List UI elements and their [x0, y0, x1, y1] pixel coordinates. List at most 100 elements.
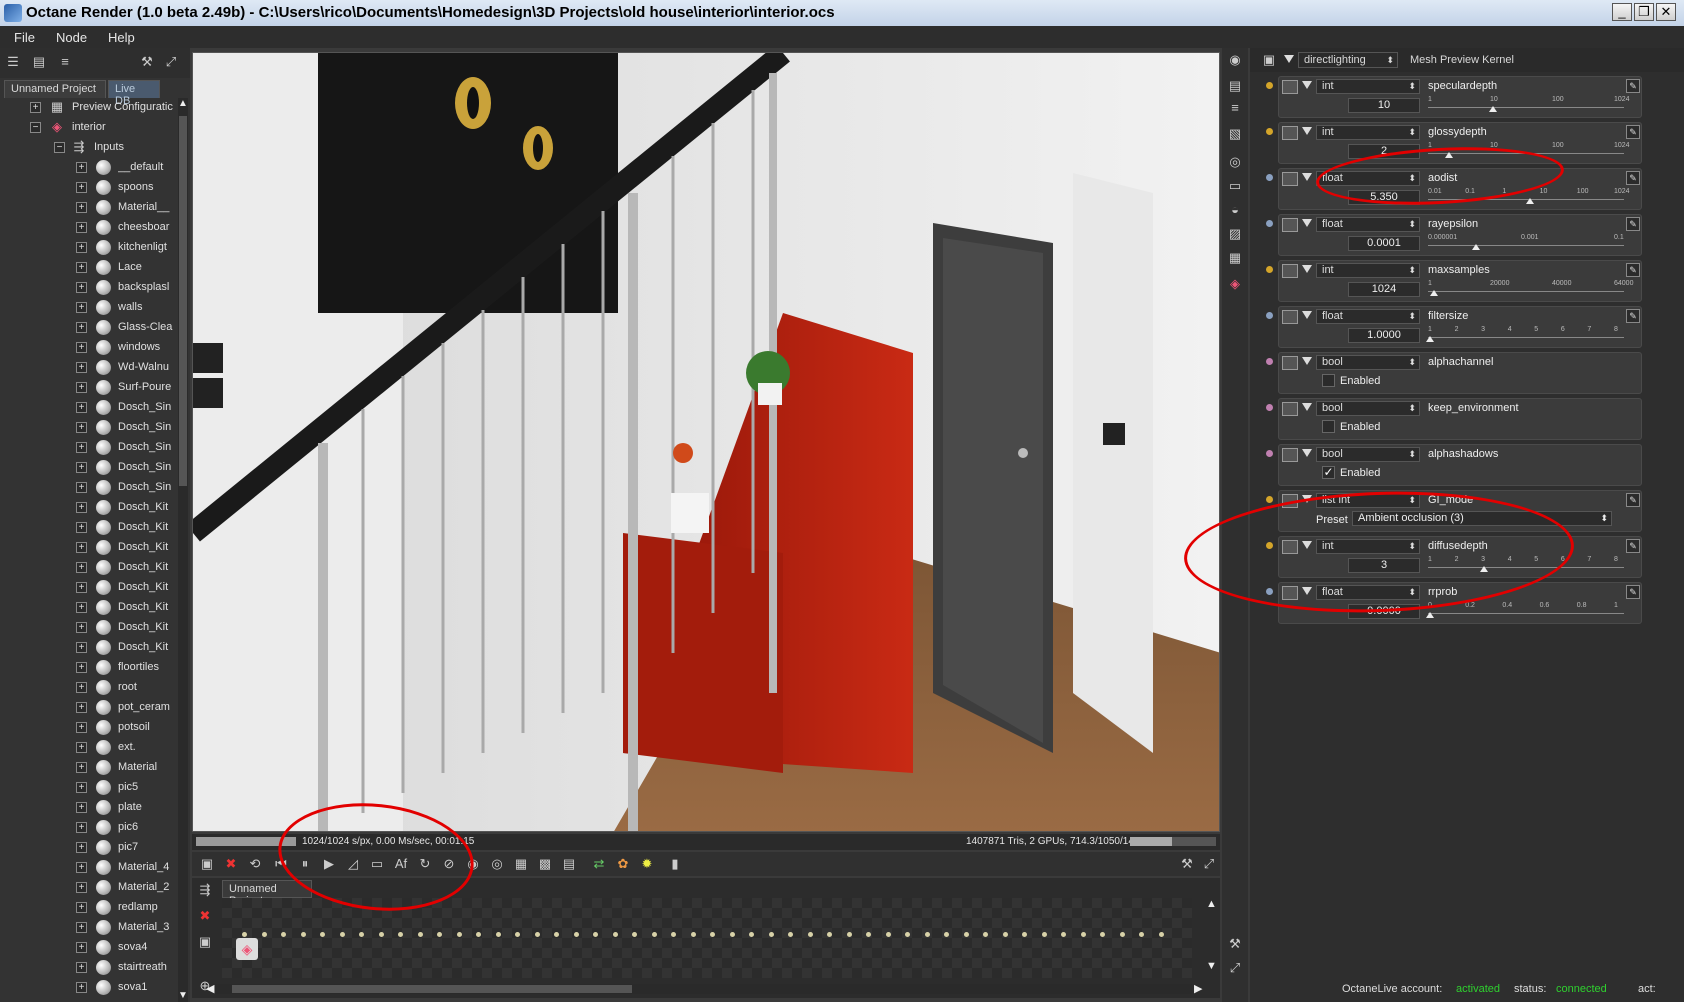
- stop-render-icon[interactable]: ✖: [222, 856, 240, 872]
- expand-icon[interactable]: +: [76, 982, 87, 993]
- image-node-icon[interactable]: ▧: [1226, 126, 1244, 142]
- render-viewport[interactable]: [192, 52, 1220, 832]
- layout-icon[interactable]: ▦: [512, 856, 530, 872]
- film-node-icon[interactable]: ▭: [1226, 178, 1244, 194]
- tree-row-material[interactable]: + Dosch_Kit: [0, 518, 178, 538]
- collapse-triangle-icon[interactable]: [1302, 127, 1312, 135]
- tree-row-material[interactable]: + pot_ceram: [0, 698, 178, 718]
- inspector-fullscreen-icon[interactable]: ⤢: [1226, 960, 1244, 976]
- expand-icon[interactable]: +: [30, 102, 41, 113]
- tree-row-material[interactable]: + ext.: [0, 738, 178, 758]
- inspector-wrench-icon[interactable]: ⚒: [1226, 936, 1244, 952]
- collapse-triangle-icon[interactable]: [1302, 357, 1312, 365]
- wrench-icon[interactable]: ⚒: [138, 54, 156, 70]
- pin-type-select[interactable]: float ⬍: [1316, 217, 1420, 232]
- pin-checkbox[interactable]: [1322, 420, 1335, 433]
- list-node-icon[interactable]: ≡: [1226, 100, 1244, 116]
- expand-icon[interactable]: +: [76, 942, 87, 953]
- tree-row-material[interactable]: + spoons: [0, 178, 178, 198]
- lens-node-icon[interactable]: ◎: [1226, 154, 1244, 170]
- texture-node-icon[interactable]: ▨: [1226, 226, 1244, 242]
- expand-icon[interactable]: +: [76, 382, 87, 393]
- scroll-down-icon[interactable]: ▼: [178, 990, 188, 1002]
- expand-icon[interactable]: +: [76, 402, 87, 413]
- expand-icon[interactable]: +: [76, 282, 87, 293]
- viewport-fullscreen-icon[interactable]: ⤢: [1200, 856, 1218, 872]
- tab-live-db[interactable]: Live DB: [108, 80, 160, 107]
- scroll-up-icon[interactable]: ▲: [178, 98, 188, 110]
- pin-value-field[interactable]: 10: [1348, 98, 1420, 113]
- tree-row-material[interactable]: + Material_2: [0, 878, 178, 898]
- expand-icon[interactable]: +: [76, 462, 87, 473]
- layers-icon[interactable]: ▤: [30, 54, 48, 70]
- pin-slider[interactable]: 0 0.2 0.4 0.6 0.8 1: [1426, 602, 1624, 620]
- kernel-type-select[interactable]: directlighting ⬍: [1298, 52, 1398, 68]
- expand-icon[interactable]: +: [76, 302, 87, 313]
- expand-icon[interactable]: +: [76, 822, 87, 833]
- tree-row-material[interactable]: + Dosch_Kit: [0, 598, 178, 618]
- tree-row-material[interactable]: + Material: [0, 758, 178, 778]
- collapse-triangle-icon[interactable]: [1302, 265, 1312, 273]
- menu-node[interactable]: Node: [56, 30, 87, 45]
- pin-connector-dot[interactable]: [1266, 266, 1273, 273]
- tree-row-material[interactable]: + Material__: [0, 198, 178, 218]
- slider-track[interactable]: [1428, 613, 1624, 614]
- graph-hscrollbar[interactable]: [212, 984, 1192, 994]
- grid-icon[interactable]: ▤: [560, 856, 578, 872]
- slider-knob[interactable]: [1426, 612, 1434, 618]
- pin-edit-icon[interactable]: ✎: [1626, 493, 1640, 507]
- pin-value-field[interactable]: 1.0000: [1348, 328, 1420, 343]
- pin-type-select[interactable]: bool ⬍: [1316, 447, 1420, 462]
- expand-icon[interactable]: +: [76, 562, 87, 573]
- pin-connector-dot[interactable]: [1266, 496, 1273, 503]
- expand-icon[interactable]: +: [76, 542, 87, 553]
- expand-icon[interactable]: +: [76, 782, 87, 793]
- expand-icon[interactable]: +: [76, 242, 87, 253]
- pin-type-select[interactable]: bool ⬍: [1316, 355, 1420, 370]
- expand-icon[interactable]: +: [76, 502, 87, 513]
- environment-node-icon[interactable]: ◒: [1226, 202, 1244, 218]
- pin-connector-dot[interactable]: [1266, 174, 1273, 181]
- pin-type-select[interactable]: int ⬍: [1316, 125, 1420, 140]
- tree-row-material[interactable]: + Dosch_Sin: [0, 478, 178, 498]
- collapse-icon[interactable]: −: [30, 122, 41, 133]
- slider-knob[interactable]: [1489, 106, 1498, 112]
- expand-icon[interactable]: +: [76, 842, 87, 853]
- expand-icon[interactable]: +: [76, 702, 87, 713]
- pin-checkbox[interactable]: ✓: [1322, 466, 1335, 479]
- expand-icon[interactable]: +: [76, 602, 87, 613]
- render-region-icon[interactable]: ▣: [198, 856, 216, 872]
- tree-row-material[interactable]: + Wd-Walnu: [0, 358, 178, 378]
- slider-track[interactable]: [1428, 291, 1624, 292]
- graph-canvas[interactable]: [222, 898, 1192, 978]
- expand-icon[interactable]: +: [76, 162, 87, 173]
- tree-row-material[interactable]: + windows: [0, 338, 178, 358]
- layers-node-icon[interactable]: ▤: [1226, 78, 1244, 94]
- expand-icon[interactable]: +: [76, 342, 87, 353]
- graph-delete-icon[interactable]: ✖: [196, 908, 214, 924]
- scroll-right-icon[interactable]: ▶: [1194, 982, 1202, 995]
- expand-icon[interactable]: +: [76, 322, 87, 333]
- tree-row-material[interactable]: + Surf-Poure: [0, 378, 178, 398]
- pin-edit-icon[interactable]: ✎: [1626, 309, 1640, 323]
- pin-type-select[interactable]: int ⬍: [1316, 263, 1420, 278]
- hscroll-thumb[interactable]: [232, 985, 632, 993]
- tree-row-preview[interactable]: + ▦ Preview Configuratic: [0, 98, 178, 118]
- tree-row-material[interactable]: + kitchenligt: [0, 238, 178, 258]
- tree-row-material[interactable]: + stairtreath: [0, 958, 178, 978]
- collapse-triangle-icon[interactable]: [1302, 311, 1312, 319]
- tree-row-material[interactable]: + Glass-Clea: [0, 318, 178, 338]
- pin-type-select[interactable]: float ⬍: [1316, 309, 1420, 324]
- expand-icon[interactable]: +: [76, 862, 87, 873]
- tree-row-material[interactable]: + Dosch_Kit: [0, 498, 178, 518]
- scroll-up-icon[interactable]: ▲: [1206, 898, 1217, 910]
- slider-knob[interactable]: [1472, 244, 1481, 250]
- tree-row-material[interactable]: + Dosch_Kit: [0, 538, 178, 558]
- tree-row-material[interactable]: + floortiles: [0, 658, 178, 678]
- graph-tree-icon[interactable]: ⇶: [196, 882, 214, 898]
- slider-knob[interactable]: [1429, 290, 1438, 296]
- pin-slider[interactable]: 1 2 3 4 5 6 7 8: [1426, 326, 1624, 344]
- tree-row-material[interactable]: + root: [0, 678, 178, 698]
- collapse-triangle-icon[interactable]: [1302, 81, 1312, 89]
- tree-row-interior[interactable]: − ◈ interior: [0, 118, 178, 138]
